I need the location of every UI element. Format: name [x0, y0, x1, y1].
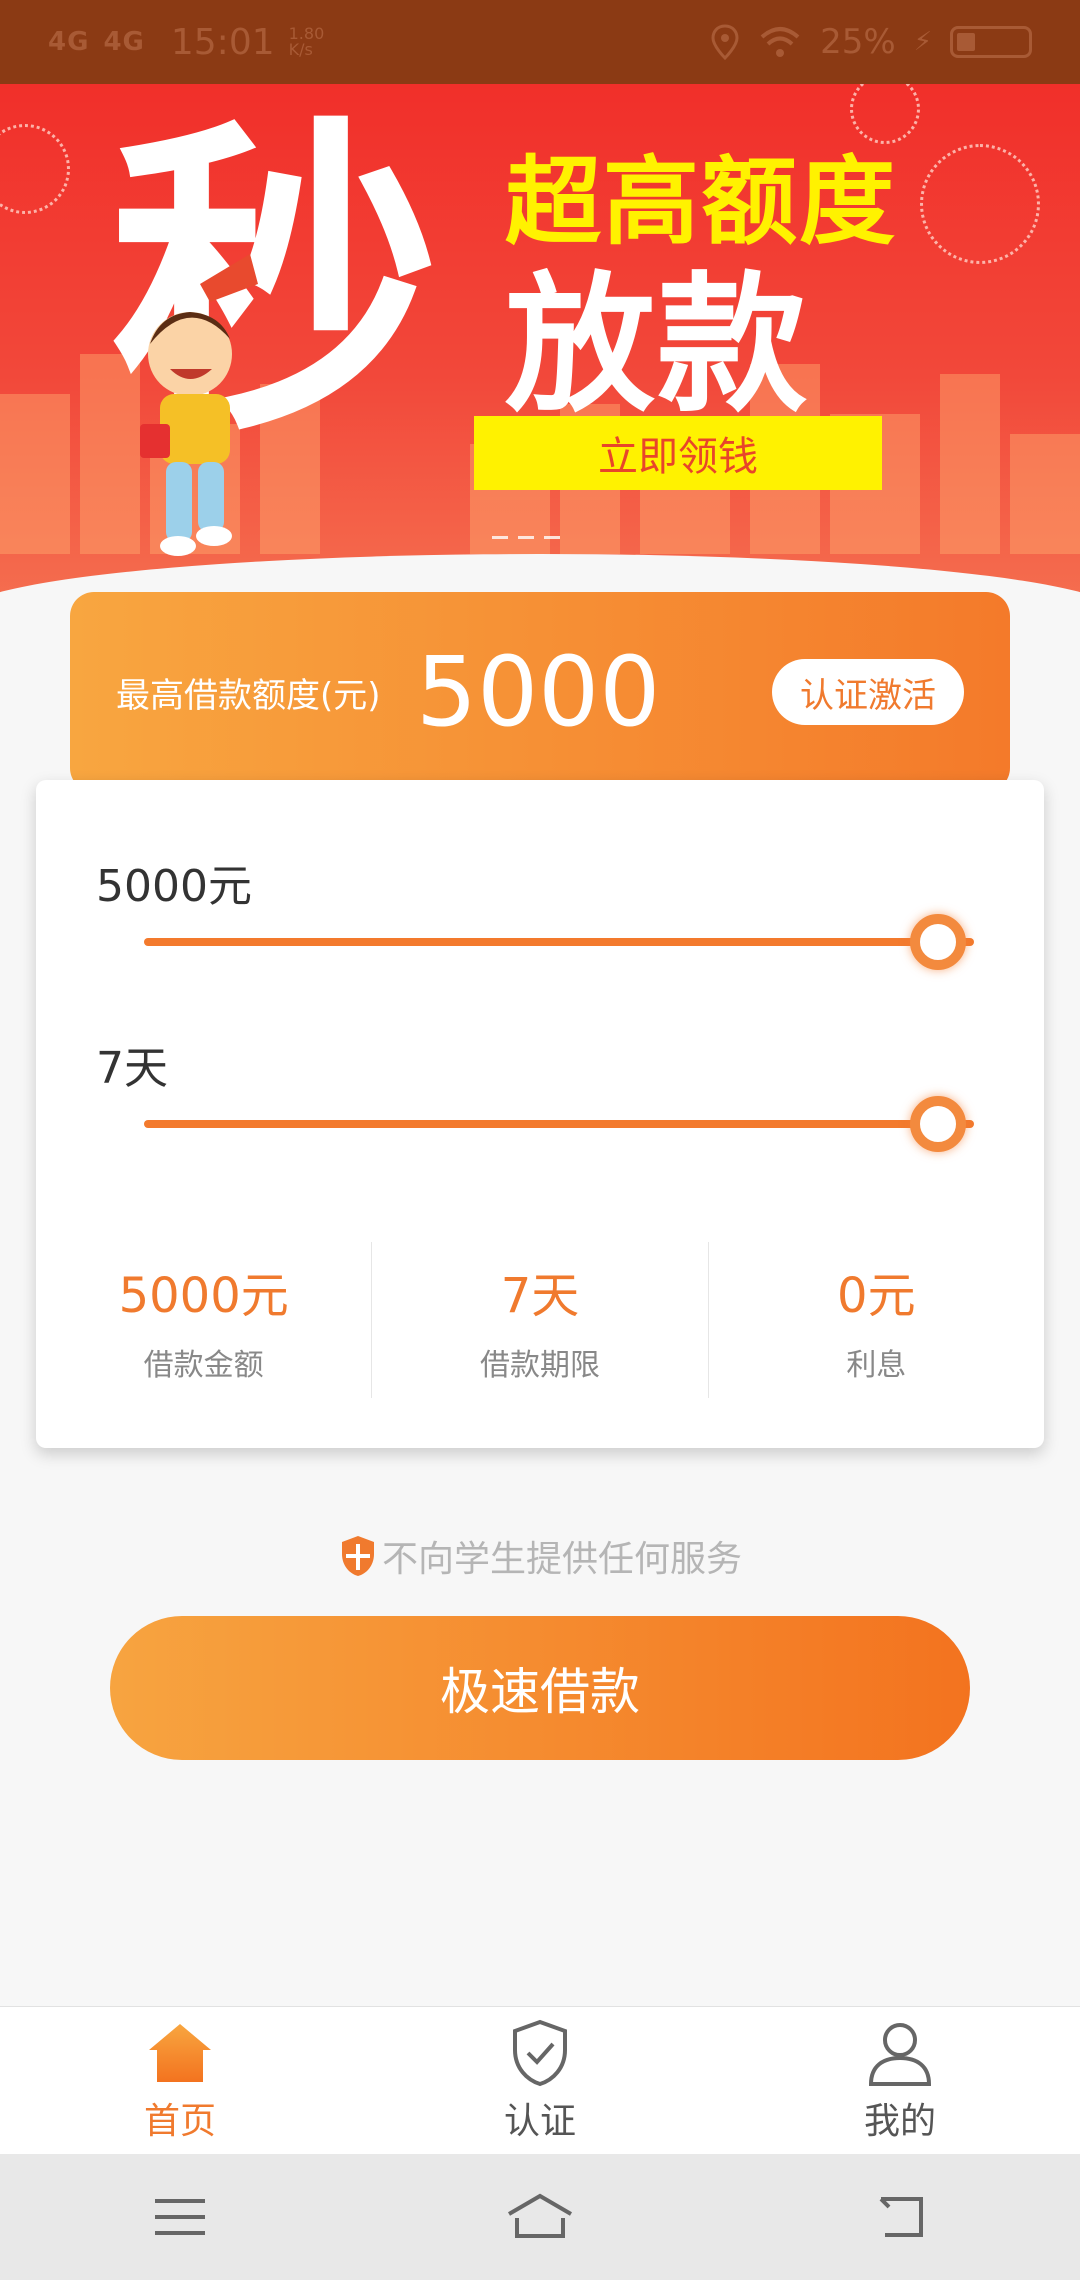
claim-money-button[interactable]: 立即领钱 [474, 416, 882, 490]
loan-summary: 5000元 借款金额 7天 借款期限 0元 利息 [36, 1242, 1044, 1398]
network-speed: 1.80 K/s [288, 24, 325, 59]
back-icon [879, 2197, 923, 2237]
amount-slider-thumb[interactable] [910, 914, 966, 970]
shield-icon [341, 1536, 374, 1576]
battery-icon [950, 26, 1032, 58]
term-slider-label: 7天 [96, 1043, 168, 1094]
summary-amount: 5000元 借款金额 [36, 1242, 373, 1398]
signal-icon: 4G [48, 27, 90, 57]
tab-verify[interactable]: 认证 [360, 2007, 720, 2154]
summary-interest-label: 利息 [846, 1348, 907, 1383]
amount-slider-track[interactable] [144, 938, 974, 946]
loan-config-card: 5000元 7天 5000元 借款金额 7天 借款期限 0元 利息 [36, 780, 1044, 1448]
user-icon [868, 2022, 932, 2086]
promo-banner[interactable]: 秒 超高额度 放款 立即领钱 [0, 84, 1080, 614]
student-notice: 不向学生提供任何服务 [0, 1530, 1080, 1582]
shield-check-icon [513, 2019, 567, 2086]
activate-button[interactable]: 认证激活 [772, 659, 964, 725]
signal-icon-2: 4G [103, 27, 145, 57]
student-notice-text: 不向学生提供任何服务 [381, 1539, 742, 1580]
max-quota-card: 最高借款额度(元) 5000 认证激活 [70, 592, 1010, 792]
tab-verify-label: 认证 [503, 2100, 576, 2142]
firework [0, 124, 70, 214]
status-bar: 4G 4G 15:01 1.80 K/s 25% ⚡ [0, 0, 1080, 84]
summary-interest-value: 0元 [837, 1268, 916, 1324]
system-nav-bar [0, 2154, 1080, 2280]
home-icon [149, 2023, 211, 2082]
menu-icon [155, 2199, 205, 2235]
home-outline-icon [507, 2193, 573, 2238]
amount-slider-label: 5000元 [96, 861, 252, 912]
tab-home-label: 首页 [143, 2100, 216, 2142]
term-slider-thumb[interactable] [910, 1096, 966, 1152]
term-slider-track[interactable] [144, 1120, 974, 1128]
bottom-tab-bar: 首页 认证 我的 [0, 2006, 1080, 2154]
charging-icon: ⚡ [913, 27, 932, 57]
summary-term-value: 7天 [500, 1268, 580, 1324]
status-right: 25% ⚡ [710, 22, 1032, 62]
menu-button[interactable] [140, 2187, 220, 2247]
max-quota-label: 最高借款额度(元) [116, 675, 381, 716]
carousel-indicator [492, 536, 560, 539]
firework [920, 144, 1040, 264]
location-icon [711, 24, 739, 60]
back-button[interactable] [860, 2187, 940, 2247]
mascot-illustration [140, 254, 258, 556]
banner-slogan-main: 放款 [505, 259, 810, 433]
status-time: 15:01 [170, 21, 275, 63]
tab-mine-label: 我的 [863, 2100, 936, 2142]
summary-term-label: 借款期限 [479, 1348, 600, 1383]
max-quota-value: 5000 [416, 636, 661, 748]
wifi-icon [760, 27, 800, 57]
summary-term: 7天 借款期限 [372, 1242, 709, 1398]
battery-percent: 25% [820, 22, 896, 62]
summary-amount-label: 借款金额 [143, 1348, 264, 1383]
tab-home[interactable]: 首页 [0, 2007, 360, 2154]
home-nav-button[interactable] [500, 2187, 580, 2247]
fast-loan-button[interactable]: 极速借款 [110, 1616, 970, 1760]
tab-mine[interactable]: 我的 [720, 2007, 1080, 2154]
summary-interest: 0元 利息 [709, 1242, 1044, 1398]
summary-amount-value: 5000元 [118, 1268, 289, 1324]
